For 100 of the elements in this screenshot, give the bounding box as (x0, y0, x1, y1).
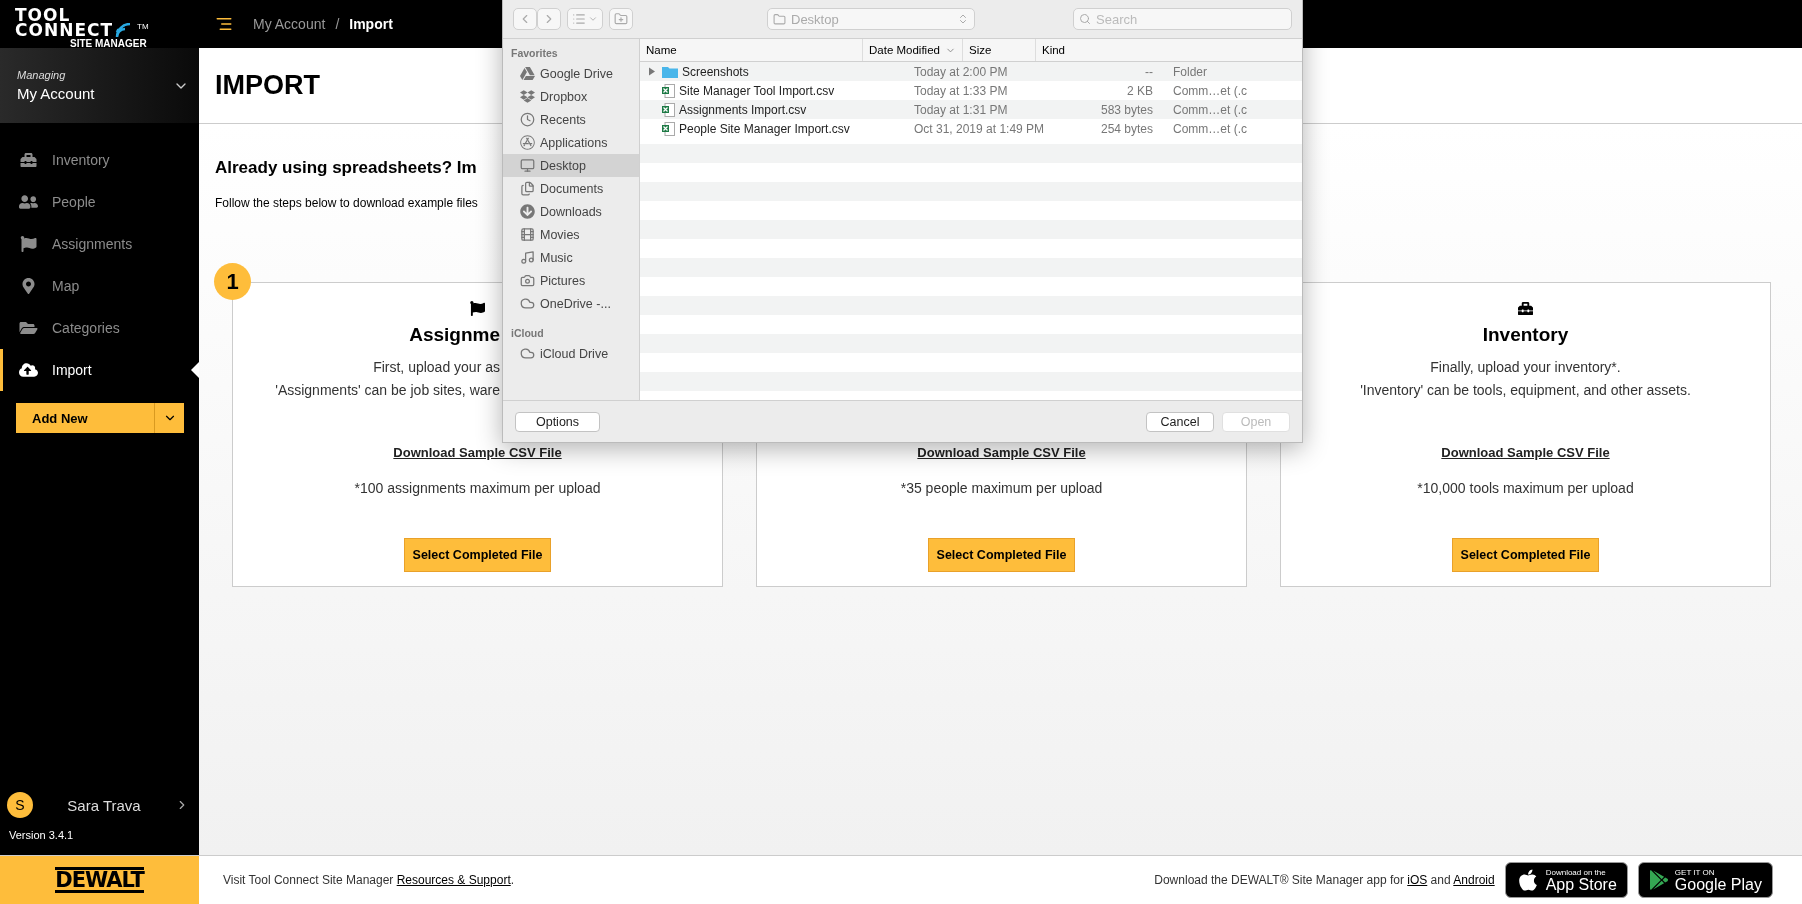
forward-button[interactable] (537, 8, 561, 30)
sidebar-item[interactable]: iCloud Drive (503, 342, 639, 365)
nav-item[interactable]: Map (0, 265, 199, 307)
kind-cell-text: Comm…et (.c (1172, 102, 1248, 117)
support-link[interactable]: Resources & Support (396, 873, 511, 887)
sidebar-item[interactable]: Movies (503, 223, 639, 246)
card-description: First, upload your as (373, 358, 500, 377)
dialog-button[interactable]: Options (515, 411, 600, 432)
clock-icon (520, 112, 535, 127)
disclosure-triangle-icon (648, 67, 656, 76)
breadcrumb-separator: / (335, 16, 340, 32)
nav-item[interactable]: Categories (0, 307, 199, 349)
new-folder-button[interactable] (609, 8, 633, 30)
file-name[interactable]: Assignments Import.csv (640, 102, 908, 117)
sidebar-item[interactable]: Documents (503, 177, 639, 200)
card-title: Assignme (409, 324, 500, 346)
flag-icon (19, 236, 38, 252)
tool-connect-logo: TOOL CONNECT TM SITE MANAGER (14, 4, 150, 48)
ios-link[interactable]: iOS (1407, 873, 1428, 887)
documents-icon (520, 181, 535, 196)
sidebar-item[interactable]: OneDrive -... (503, 292, 639, 315)
spreadsheet-file-icon (662, 102, 675, 117)
app-download-text: Download the DEWALT® Site Manager app for iOS and Android (1154, 873, 1495, 887)
date-cell-text: Oct 31, 2019 at 1:49 PM (913, 121, 1046, 136)
nav-item[interactable]: Assignments (0, 223, 199, 265)
support-text: Visit Tool Connect Site Manager Resources & Support. (223, 873, 515, 887)
back-button[interactable] (513, 8, 537, 30)
sidebar-item[interactable]: Music (503, 246, 639, 269)
size-cell-text: -- (1144, 64, 1154, 79)
file-name[interactable]: People Site Manager Import.csv (640, 121, 908, 136)
folder-icon (662, 65, 678, 78)
step-badge: 1 (214, 263, 251, 300)
column-header[interactable]: Size (962, 39, 1035, 61)
sidebar-section-label: Favorites (510, 46, 559, 61)
column-header[interactable]: Date Modified (862, 39, 962, 61)
store-badge[interactable]: GET IT ON Google Play (1637, 862, 1773, 898)
user-avatar: S (7, 792, 33, 818)
flag-icon (470, 301, 485, 316)
sidebar-item[interactable]: Google Drive (503, 62, 639, 85)
size-cell-text: 583 bytes (1099, 102, 1154, 117)
search-icon (1079, 13, 1091, 25)
select-file-button[interactable]: Select Completed File (1451, 538, 1600, 572)
kind-cell-text: Comm…et (.c (1172, 83, 1248, 98)
toolbox-icon (1518, 301, 1533, 316)
search-field[interactable]: Search (1073, 8, 1292, 30)
limit-text: *100 assignments maximum per upload (354, 480, 601, 496)
intro-text: Follow the steps below to download example files (215, 196, 478, 210)
cloud-upload-icon (19, 362, 38, 378)
store-badge[interactable]: Download on the App Store (1504, 862, 1628, 898)
limit-text: *35 people maximum per upload (900, 480, 1103, 496)
date-cell-text: Today at 2:00 PM (913, 64, 1009, 79)
file-name[interactable]: Site Manager Tool Import.csv (640, 83, 908, 98)
section-heading: Already using spreadsheets? Im (215, 158, 477, 178)
people-icon (19, 194, 38, 210)
sidebar-item[interactable]: Dropbox (503, 85, 639, 108)
dropbox-icon (520, 89, 535, 104)
column-header[interactable]: Name (640, 39, 862, 61)
download-link[interactable]: Download Sample CSV File (1441, 445, 1610, 460)
monitor-icon (520, 158, 535, 173)
cloud-icon (520, 296, 535, 311)
size-cell-text: 254 bytes (1099, 121, 1154, 136)
dialog-button[interactable]: Cancel (1146, 411, 1214, 432)
sidebar-section-label: iCloud (510, 326, 545, 341)
play-icon (1648, 870, 1669, 890)
nav-item[interactable]: People (0, 181, 199, 223)
version-text: Version 3.4.1 (8, 828, 75, 843)
limit-text: *10,000 tools maximum per upload (1417, 480, 1634, 496)
folder-icon (773, 12, 786, 26)
list-icon (572, 12, 586, 26)
select-file-button[interactable]: Select Completed File (403, 538, 552, 572)
breadcrumb-item[interactable]: My Account (253, 16, 326, 32)
sidebar-item[interactable]: Pictures (503, 269, 639, 292)
add-new-button[interactable]: Add New (16, 403, 154, 433)
view-button[interactable] (567, 8, 603, 30)
sidebar-item[interactable]: Desktop (503, 154, 639, 177)
sidebar-item[interactable]: Downloads (503, 200, 639, 223)
folder-plus-icon (614, 12, 628, 26)
card-description: 'Assignments' can be job sites, ware (275, 381, 500, 400)
card-description: Finally, upload your inventory*. (1430, 358, 1621, 377)
kind-cell-text: Folder (1172, 64, 1208, 79)
account-switcher[interactable]: Managing My Account (0, 48, 199, 123)
user-name[interactable]: Sara Trava (33, 796, 175, 814)
download-link[interactable]: Download Sample CSV File (393, 445, 562, 460)
up-down-icon (957, 13, 969, 25)
sidebar-item[interactable]: Recents (503, 108, 639, 131)
dropdown-button[interactable] (154, 403, 184, 433)
page-title: IMPORT (215, 70, 320, 101)
kind-cell-text: Comm…et (.c (1172, 121, 1248, 136)
card-title: Inventory (1482, 324, 1569, 346)
sidebar-item[interactable]: Applications (503, 131, 639, 154)
android-link[interactable]: Android (1453, 873, 1495, 887)
date-cell-text: Today at 1:33 PM (913, 83, 1009, 98)
menu-icon[interactable] (215, 15, 233, 33)
camera-icon (520, 273, 535, 288)
breadcrumb-item[interactable]: Import (349, 16, 393, 32)
file-name[interactable]: Screenshots (640, 64, 908, 79)
nav-item[interactable]: Inventory (0, 139, 199, 181)
download-link[interactable]: Download Sample CSV File (917, 445, 1086, 460)
select-file-button[interactable]: Select Completed File (927, 538, 1076, 572)
column-header[interactable]: Kind (1035, 39, 1302, 61)
